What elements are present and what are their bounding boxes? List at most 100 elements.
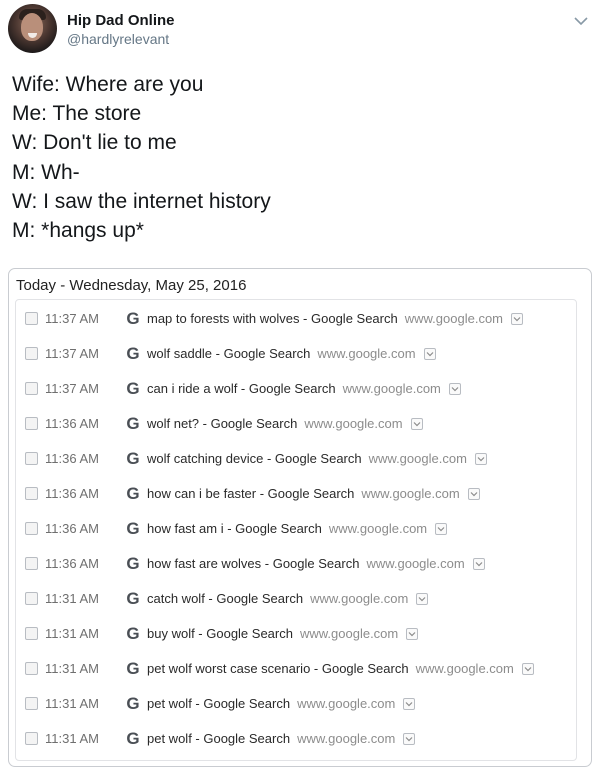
history-entry[interactable]: 11:31 AM Gpet wolf worst case scenario - …	[16, 651, 576, 686]
history-entry[interactable]: 11:36 AM Ghow fast are wolves - Google Se…	[16, 546, 576, 581]
google-favicon-icon: G	[126, 343, 140, 363]
entry-text: pet wolf - Google Search www.google.com	[147, 696, 416, 711]
dropdown-arrow-icon[interactable]	[403, 697, 416, 710]
google-favicon-icon: G	[126, 588, 140, 608]
entry-title-link[interactable]: wolf saddle - Google Search	[147, 346, 310, 361]
entry-checkbox[interactable]	[25, 557, 38, 570]
entry-domain[interactable]: www.google.com	[366, 556, 464, 571]
history-entry[interactable]: 11:37 AM Gwolf saddle - Google Search www.…	[16, 336, 576, 371]
entry-title-link[interactable]: buy wolf - Google Search	[147, 626, 293, 641]
entry-domain[interactable]: www.google.com	[297, 696, 395, 711]
entry-domain[interactable]: www.google.com	[416, 661, 514, 676]
entry-domain[interactable]: www.google.com	[310, 591, 408, 606]
entry-domain[interactable]: www.google.com	[405, 311, 503, 326]
entry-text: can i ride a wolf - Google Search www.goo…	[147, 381, 461, 396]
google-favicon-icon: G	[126, 448, 140, 468]
entry-text: how can i be faster - Google Search www.g…	[147, 486, 480, 501]
entry-checkbox[interactable]	[25, 627, 38, 640]
entry-checkbox[interactable]	[25, 382, 38, 395]
entry-time: 11:37 AM	[45, 381, 99, 396]
history-entry[interactable]: 11:31 AM Gpet wolf - Google Search www.goo…	[16, 721, 576, 756]
entry-title-link[interactable]: pet wolf worst case scenario - Google Se…	[147, 661, 409, 676]
dropdown-arrow-icon[interactable]	[521, 662, 534, 675]
entry-domain[interactable]: www.google.com	[297, 731, 395, 746]
entry-text: wolf net? - Google Search www.google.com	[147, 416, 423, 431]
entry-checkbox[interactable]	[25, 347, 38, 360]
entry-time: 11:36 AM	[45, 416, 99, 431]
entry-time: 11:36 AM	[45, 556, 99, 571]
entry-text: how fast am i - Google Search www.google.…	[147, 521, 448, 536]
history-entry[interactable]: 11:37 AM Gcan i ride a wolf - Google Sear…	[16, 371, 576, 406]
dropdown-arrow-icon[interactable]	[403, 732, 416, 745]
entry-text: map to forests with wolves - Google Sear…	[147, 311, 524, 326]
entry-time: 11:37 AM	[45, 311, 99, 326]
history-entry[interactable]: 11:31 AM Gbuy wolf - Google Search www.goo…	[16, 616, 576, 651]
google-favicon-icon: G	[126, 728, 140, 748]
entry-title-link[interactable]: how fast are wolves - Google Search	[147, 556, 359, 571]
history-heading: Today - Wednesday, May 25, 2016	[16, 277, 247, 294]
entry-domain[interactable]: www.google.com	[369, 451, 467, 466]
entry-text: catch wolf - Google Search www.google.com	[147, 591, 429, 606]
history-entry[interactable]: 11:37 AM Gmap to forests with wolves - Go…	[16, 301, 576, 336]
entry-checkbox[interactable]	[25, 732, 38, 745]
tweet-header: Hip Dad Online @hardlyrelevant	[8, 4, 592, 56]
tweet-line: W: Don't lie to me	[12, 131, 177, 155]
dropdown-arrow-icon[interactable]	[448, 382, 461, 395]
entry-checkbox[interactable]	[25, 487, 38, 500]
tweet-line: M: *hangs up*	[12, 219, 144, 243]
entry-title-link[interactable]: pet wolf - Google Search	[147, 696, 290, 711]
entry-time: 11:31 AM	[45, 731, 99, 746]
display-name[interactable]: Hip Dad Online	[67, 12, 175, 29]
history-entry[interactable]: 11:36 AM Ghow can i be faster - Google Se…	[16, 476, 576, 511]
entry-title-link[interactable]: how fast am i - Google Search	[147, 521, 322, 536]
entry-domain[interactable]: www.google.com	[329, 521, 427, 536]
dropdown-arrow-icon[interactable]	[416, 592, 429, 605]
dropdown-arrow-icon[interactable]	[406, 627, 419, 640]
entry-checkbox[interactable]	[25, 452, 38, 465]
tweet-line: Me: The store	[12, 102, 142, 126]
entry-checkbox[interactable]	[25, 592, 38, 605]
dropdown-arrow-icon[interactable]	[423, 347, 436, 360]
entry-time: 11:31 AM	[45, 591, 99, 606]
entry-title-link[interactable]: how can i be faster - Google Search	[147, 486, 354, 501]
entry-title-link[interactable]: can i ride a wolf - Google Search	[147, 381, 336, 396]
dropdown-arrow-icon[interactable]	[435, 522, 448, 535]
chevron-down-icon[interactable]	[572, 12, 590, 30]
entry-checkbox[interactable]	[25, 522, 38, 535]
entry-checkbox[interactable]	[25, 662, 38, 675]
entry-title-link[interactable]: wolf catching device - Google Search	[147, 451, 362, 466]
entry-checkbox[interactable]	[25, 312, 38, 325]
entry-domain[interactable]: www.google.com	[300, 626, 398, 641]
entry-domain[interactable]: www.google.com	[361, 486, 459, 501]
entry-text: pet wolf - Google Search www.google.com	[147, 731, 416, 746]
entry-title-link[interactable]: wolf net? - Google Search	[147, 416, 297, 431]
entry-domain[interactable]: www.google.com	[343, 381, 441, 396]
entry-checkbox[interactable]	[25, 697, 38, 710]
tweet-line: W: I saw the internet history	[12, 189, 271, 213]
entry-checkbox[interactable]	[25, 417, 38, 430]
entry-domain[interactable]: www.google.com	[317, 346, 415, 361]
history-entry[interactable]: 11:36 AM Gwolf net? - Google Search www.go…	[16, 406, 576, 441]
entry-domain[interactable]: www.google.com	[304, 416, 402, 431]
history-entry[interactable]: 11:31 AM Gpet wolf - Google Search www.goo…	[16, 686, 576, 721]
dropdown-arrow-icon[interactable]	[467, 487, 480, 500]
user-handle[interactable]: @hardlyrelevant	[67, 31, 169, 47]
avatar[interactable]	[8, 4, 57, 53]
history-entry[interactable]: 11:36 AM Ghow fast am i - Google Search ww…	[16, 511, 576, 546]
history-list: 11:37 AM Gmap to forests with wolves - Go…	[15, 299, 577, 761]
dropdown-arrow-icon[interactable]	[410, 417, 423, 430]
history-entry[interactable]: 11:31 AM Gcatch wolf - Google Search www.g…	[16, 581, 576, 616]
dropdown-arrow-icon[interactable]	[472, 557, 485, 570]
dropdown-arrow-icon[interactable]	[474, 452, 487, 465]
tweet-line: Wife: Where are you	[12, 73, 204, 96]
entry-text: how fast are wolves - Google Search www.g…	[147, 556, 485, 571]
entry-time: 11:31 AM	[45, 696, 99, 711]
entry-title-link[interactable]: catch wolf - Google Search	[147, 591, 303, 606]
history-entry[interactable]: 11:36 AM Gwolf catching device - Google S…	[16, 441, 576, 476]
google-favicon-icon: G	[126, 413, 140, 433]
entry-title-link[interactable]: map to forests with wolves - Google Sear…	[147, 311, 398, 326]
dropdown-arrow-icon[interactable]	[511, 312, 524, 325]
google-favicon-icon: G	[126, 623, 140, 643]
history-panel: Today - Wednesday, May 25, 2016 11:37 AM…	[8, 268, 592, 767]
entry-title-link[interactable]: pet wolf - Google Search	[147, 731, 290, 746]
